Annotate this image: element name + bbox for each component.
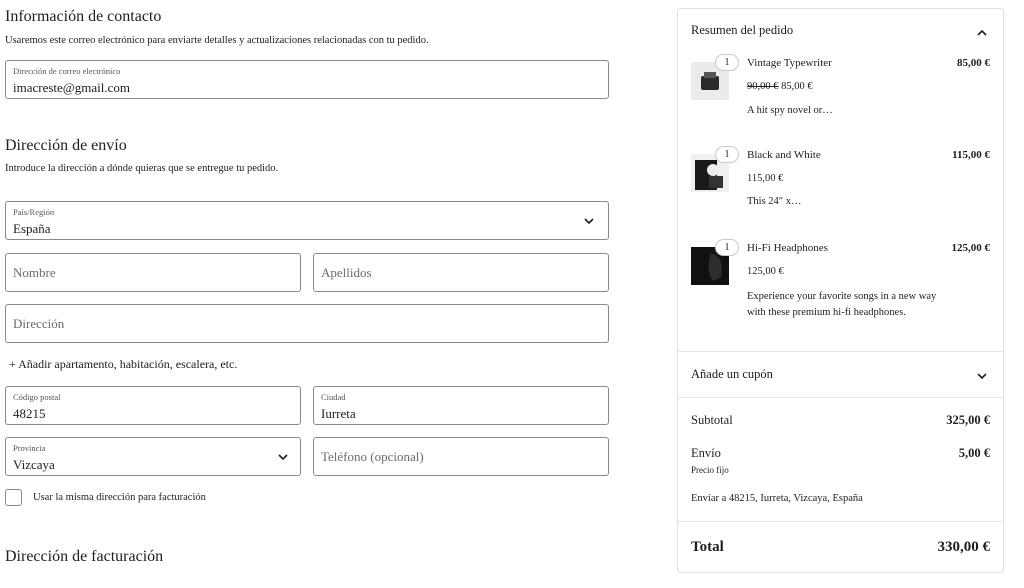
divider [678, 521, 1003, 522]
email-field[interactable]: Dirección de correo electrónico imacrest… [5, 60, 609, 99]
shipping-label: Envío [691, 446, 721, 460]
first-name-placeholder: Nombre [13, 265, 56, 280]
product-name: Vintage Typewriter [747, 57, 832, 69]
province-label: Provincia [13, 443, 46, 453]
contact-subtitle: Usaremos este correo electrónico para en… [5, 35, 429, 46]
product-unit-price: 125,00 € [747, 266, 784, 277]
postcode-field[interactable]: Código postal 48215 [5, 386, 301, 425]
chevron-down-icon[interactable] [975, 369, 989, 383]
product-total: 125,00 € [951, 242, 991, 254]
province-value: Vizcaya [13, 457, 55, 472]
old-price: 90,00 € [747, 81, 779, 92]
last-name-input[interactable]: Apellidos [313, 253, 609, 292]
address-input[interactable]: Dirección [5, 304, 609, 343]
country-label: País/Región [13, 207, 55, 217]
divider [678, 351, 1003, 352]
contact-title: Información de contacto [5, 8, 162, 25]
phone-input[interactable]: Teléfono (opcional) [313, 437, 609, 476]
email-value: imacreste@gmail.com [13, 80, 131, 95]
shipping-value: 5,00 € [958, 446, 990, 460]
phone-placeholder: Teléfono (opcional) [321, 449, 424, 464]
quantity-badge: 1 [715, 146, 739, 163]
address-placeholder: Dirección [13, 316, 65, 331]
product-prices: 90,00 € 85,00 € [747, 81, 813, 92]
quantity-badge: 1 [715, 54, 739, 71]
order-summary-title: Resumen del pedido [691, 23, 794, 37]
shipping-title: Dirección de envío [5, 137, 127, 154]
shipping-subtitle: Introduce la dirección a dónde quieras q… [5, 163, 279, 174]
shipping-note: Precio fijo [691, 465, 729, 475]
order-summary-panel: Resumen del pedido 1 Vintage Typewriter … [677, 8, 1004, 573]
postcode-value: 48215 [13, 406, 46, 421]
new-price: 85,00 € [781, 81, 813, 92]
total-label: Total [691, 539, 724, 555]
total-value: 330,00 € [937, 539, 991, 555]
city-label: Ciudad [321, 392, 346, 402]
product-name: Black and White [747, 149, 821, 161]
postcode-label: Código postal [13, 392, 61, 402]
divider [678, 397, 1003, 398]
same-billing-label[interactable]: Usar la misma dirección para facturación [33, 492, 206, 503]
chevron-down-icon [582, 214, 596, 228]
billing-title: Dirección de facturación [5, 548, 164, 565]
product-description: This 24″ x… [747, 196, 802, 207]
city-value: Iurreta [321, 406, 356, 421]
product-description: Experience your favorite songs in a new … [747, 291, 937, 318]
chevron-down-icon [276, 450, 290, 464]
product-description: A hit spy novel or… [747, 105, 833, 116]
country-select[interactable]: País/Región España [5, 201, 609, 240]
chevron-up-icon[interactable] [975, 26, 989, 40]
email-label: Dirección de correo electrónico [13, 66, 121, 76]
subtotal-label: Subtotal [691, 413, 733, 427]
last-name-placeholder: Apellidos [321, 265, 372, 280]
quantity-badge: 1 [715, 239, 739, 256]
country-value: España [13, 221, 51, 236]
product-total: 85,00 € [957, 57, 990, 69]
product-unit-price: 115,00 € [747, 173, 784, 184]
ship-to-address: Enviar a 48215, Iurreta, Vizcaya, España [691, 493, 863, 504]
same-billing-checkbox[interactable] [5, 489, 22, 506]
add-apartment-link[interactable]: + Añadir apartamento, habitación, escale… [9, 357, 237, 372]
first-name-input[interactable]: Nombre [5, 253, 301, 292]
province-select[interactable]: Provincia Vizcaya [5, 437, 301, 476]
subtotal-value: 325,00 € [946, 413, 990, 427]
product-total: 115,00 € [952, 149, 990, 161]
coupon-toggle[interactable]: Añade un cupón [691, 367, 773, 382]
product-name: Hi-Fi Headphones [747, 242, 828, 254]
city-field[interactable]: Ciudad Iurreta [313, 386, 609, 425]
